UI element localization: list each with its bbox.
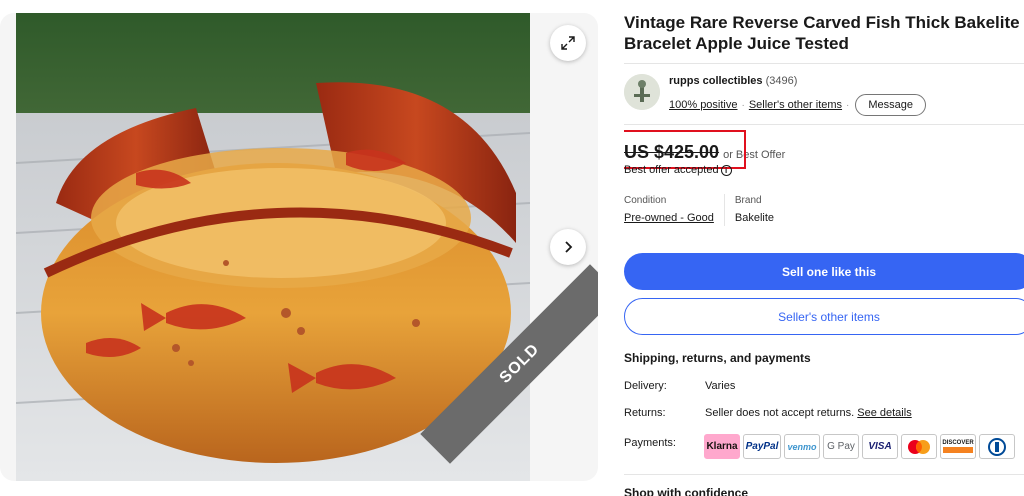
diners-club-logo-icon: [988, 437, 1006, 456]
chevron-right-icon: [565, 241, 573, 253]
condition-value[interactable]: Pre-owned - Good: [624, 210, 714, 226]
divider: [624, 124, 1024, 125]
klarna-icon: Klarna: [704, 434, 740, 459]
expand-image-button[interactable]: [550, 25, 586, 61]
brand-value: Bakelite: [734, 212, 775, 224]
best-offer-accepted-text: Best offer accepted: [624, 164, 719, 176]
seller-avatar[interactable]: [624, 74, 660, 110]
seller-name-line: rupps collectibles (3496): [669, 75, 797, 87]
mastercard-logo-icon: [908, 439, 930, 454]
returns-label: Returns:: [624, 407, 666, 419]
delivery-row: Delivery: Varies: [624, 380, 735, 392]
seller-other-items-link[interactable]: Seller's other items: [749, 99, 842, 111]
message-button[interactable]: Message: [855, 94, 927, 116]
separator-dot: ·: [741, 99, 745, 111]
divider: [624, 474, 1024, 475]
sell-one-like-this-button[interactable]: Sell one like this: [624, 253, 1024, 290]
seller-logo-icon: [624, 74, 660, 110]
positive-feedback-link[interactable]: 100% positive: [669, 99, 738, 111]
divider: [624, 63, 1024, 64]
expand-icon: [561, 36, 575, 50]
image-gallery: SOLD: [0, 13, 598, 481]
paypal-icon: PayPal: [743, 434, 781, 459]
sellers-other-items-button[interactable]: Seller's other items: [624, 298, 1024, 335]
seller-name[interactable]: rupps collectibles: [669, 75, 763, 87]
delivery-label: Delivery:: [624, 380, 667, 392]
listing-title: Vintage Rare Reverse Carved Fish Thick B…: [624, 13, 1020, 53]
see-details-link[interactable]: See details: [857, 407, 911, 419]
venmo-icon: venmo: [784, 434, 820, 459]
seller-card: rupps collectibles (3496) 100% positive …: [624, 74, 1024, 116]
discover-icon: DISCOVER: [940, 434, 976, 459]
item-attributes: Condition Pre-owned - Good Brand Bakelit…: [624, 194, 784, 226]
visa-icon: VISA: [862, 434, 898, 459]
seller-feedback-count: (3496): [765, 75, 798, 87]
mastercard-icon: [901, 434, 937, 459]
discover-stripe: [943, 447, 973, 453]
payments-row: Payments:: [624, 437, 705, 449]
returns-row: Returns: Seller does not accept returns.…: [624, 407, 912, 419]
listing-details: Vintage Rare Reverse Carved Fish Thick B…: [624, 0, 1024, 496]
condition-attribute: Condition Pre-owned - Good: [624, 194, 724, 226]
seller-links: 100% positive · Seller's other items · M…: [669, 94, 927, 116]
best-offer-accepted: Best offer accepted i: [624, 164, 732, 176]
condition-label: Condition: [624, 195, 667, 206]
next-image-button[interactable]: [550, 229, 586, 265]
brand-attribute: Brand Bakelite: [723, 194, 784, 226]
delivery-value: Varies: [705, 380, 736, 392]
discover-label: DISCOVER: [942, 440, 974, 446]
returns-text: Seller does not accept returns.: [705, 407, 855, 419]
diners-club-icon: [979, 434, 1015, 459]
payments-label: Payments:: [624, 437, 676, 449]
brand-label: Brand: [734, 195, 762, 206]
returns-value: Seller does not accept returns. See deta…: [705, 407, 912, 419]
info-icon[interactable]: i: [720, 164, 732, 176]
payment-methods: Klarna PayPal venmo G Pay VISA DISCOVER: [704, 434, 1015, 459]
google-pay-icon: G Pay: [823, 434, 859, 459]
shipping-heading: Shipping, returns, and payments: [624, 351, 811, 365]
shop-with-confidence-heading: Shop with confidence: [624, 486, 749, 496]
separator-dot: ·: [846, 99, 850, 111]
